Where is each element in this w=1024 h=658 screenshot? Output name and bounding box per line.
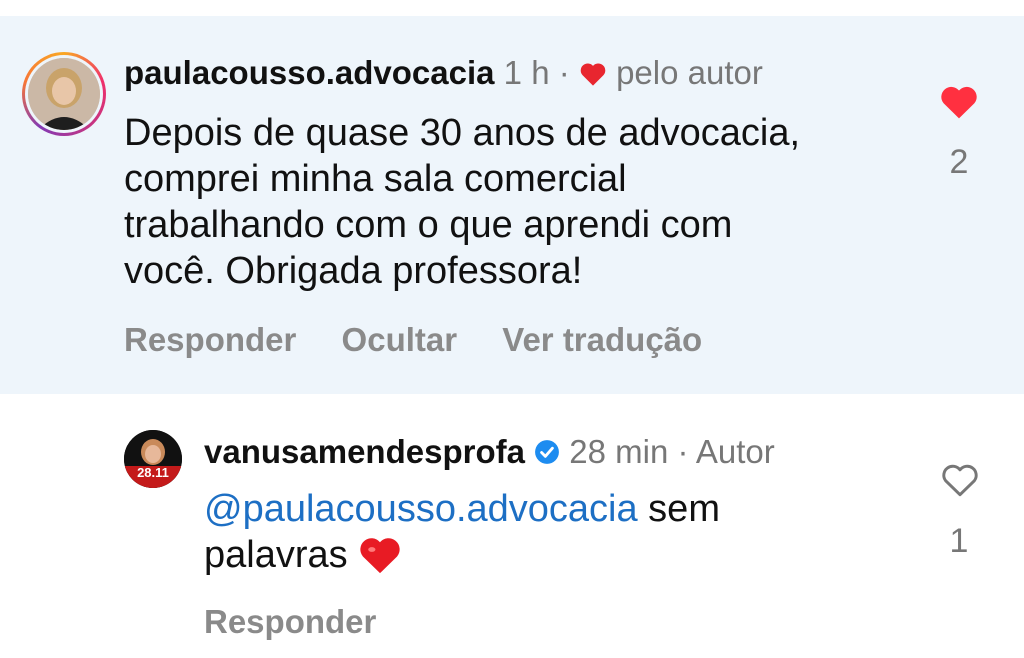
reply-time: 28 min [569,433,669,470]
reply-text-part: sem [637,488,720,530]
verified-badge-icon [534,433,560,470]
comment-text: Depois de quase 30 anos de advocacia, co… [124,110,800,294]
reply-reply-button[interactable]: Responder [204,603,376,640]
separator: · [677,433,689,470]
like-heart-outline-icon[interactable] [940,462,980,503]
comment-line: você. Obrigada professora! [124,250,583,292]
reply-text: @paulacousso.advocacia sem palavras [204,486,720,578]
reply-like-count: 1 [949,522,969,560]
comment-header: paulacousso.advocacia 1 h · pelo autor [124,53,763,93]
comment-line: Depois de quase 30 anos de advocacia, [124,112,801,154]
translate-button[interactable]: Ver tradução [502,321,702,358]
like-count: 2 [949,143,969,181]
avatar[interactable] [28,58,100,130]
comment-line: comprei minha sala comercial [124,158,627,200]
reply-header: vanusamendesprofa 28 min · Autor [204,432,775,472]
reply-username[interactable]: vanusamendesprofa [204,433,525,470]
reply-button[interactable]: Responder [124,321,296,358]
separator: · [558,54,570,91]
like-heart-icon[interactable] [939,84,979,125]
reply-avatar[interactable]: 28.11 [124,430,182,488]
hide-button[interactable]: Ocultar [342,321,458,358]
avatar-photo [28,58,100,130]
author-heart-icon [579,54,607,91]
comment-username[interactable]: paulacousso.advocacia [124,54,495,91]
heart-emoji-icon [358,534,402,576]
reply-avatar-badge: 28.11 [137,465,169,480]
author-label: Autor [695,433,775,470]
comment-time: 1 h [503,54,550,91]
story-ring[interactable] [22,52,106,136]
comment-line: trabalhando com o que aprendi com [124,204,733,246]
reply-text-part: palavras [204,534,348,576]
mention-link[interactable]: @paulacousso.advocacia [204,488,638,530]
reply-actions: Responder [204,603,412,641]
comment-actions: Responder Ocultar Ver tradução [124,321,738,359]
liked-by-author-label: pelo autor [616,54,763,91]
